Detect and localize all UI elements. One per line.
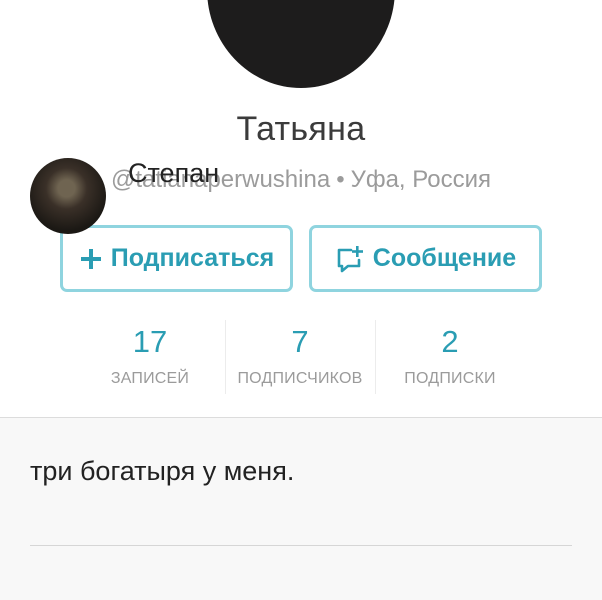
profile-stats: 17 ЗАПИСЕЙ 7 ПОДПИСЧИКОВ 2 ПОДПИСКИ: [75, 318, 525, 398]
comment-author-name[interactable]: Степан: [128, 158, 219, 189]
profile-bio: три богатыря у меня.: [30, 456, 295, 486]
message-add-icon: [335, 244, 365, 274]
stat-posts-label: ЗАПИСЕЙ: [110, 370, 190, 387]
message-button[interactable]: Сообщение: [309, 225, 542, 292]
comment-author-avatar[interactable]: [30, 158, 106, 234]
profile-screen: Татьяна @tatianaperwushina • Уфа, Россия П…: [0, 0, 602, 600]
profile-avatar[interactable]: [207, 0, 395, 88]
stat-followers[interactable]: 7 ПОДПИСЧИКОВ: [225, 318, 375, 398]
profile-location: Уфа, Россия: [350, 166, 491, 193]
stat-followers-label: ПОДПИСЧИКОВ: [237, 370, 363, 387]
stat-following-value: 2: [441, 324, 459, 359]
stat-following[interactable]: 2 ПОДПИСКИ: [375, 318, 525, 398]
plus-icon: [79, 247, 103, 271]
follow-button[interactable]: Подписаться: [60, 225, 293, 292]
message-button-label: Сообщение: [372, 244, 517, 272]
follow-button-label: Подписаться: [110, 244, 275, 272]
stat-posts[interactable]: 17 ЗАПИСЕЙ: [75, 318, 225, 398]
feed-divider: [30, 545, 572, 546]
stat-posts-value: 17: [132, 324, 168, 359]
stat-following-label: ПОДПИСКИ: [404, 370, 496, 387]
profile-name: Татьяна: [236, 110, 366, 148]
profile-feed: три богатыря у меня.: [0, 417, 602, 600]
stat-followers-value: 7: [291, 324, 309, 359]
meta-separator: •: [336, 166, 345, 193]
